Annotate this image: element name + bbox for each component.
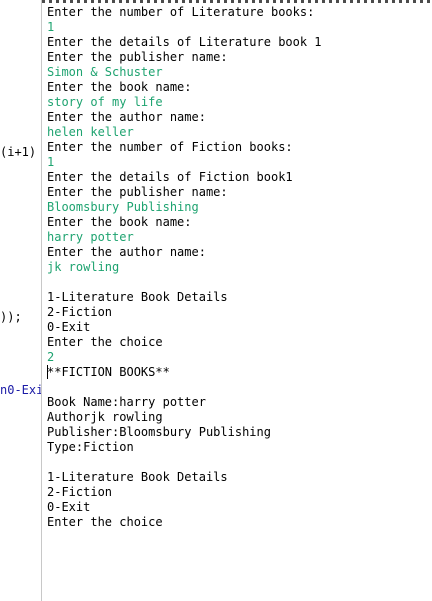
editor-code-fragment: n0-Exi: [0, 383, 41, 397]
console-output-line: [47, 380, 322, 395]
console-user-input: Simon & Schuster: [47, 65, 163, 79]
console-output-line: 2-Fiction: [47, 305, 113, 319]
editor-code-fragment: (i+1): [0, 145, 37, 159]
console-output-line: 0-Exit: [47, 320, 91, 334]
console-output-line: Book Name:harry potter: [47, 395, 206, 409]
console-output-line: [47, 275, 322, 290]
console-user-input: 1: [47, 155, 55, 169]
console-output-line: **FICTION BOOKS**: [47, 365, 170, 379]
console-user-input: harry potter: [47, 230, 134, 244]
clipped-previous-line: [42, 0, 432, 3]
console-output-line: Enter the book name:: [47, 80, 192, 94]
console-output-line: 1-Literature Book Details: [47, 290, 228, 304]
console-output-line: 1-Literature Book Details: [47, 470, 228, 484]
console-output-line: Enter the details of Literature book 1: [47, 35, 322, 49]
console-output-line: Authorjk rowling: [47, 410, 163, 424]
code-editor-fragment[interactable]: (i+1) )); n0-Exi: [0, 0, 41, 601]
console-output-line: Enter the publisher name:: [47, 185, 228, 199]
console-output-line: Enter the number of Literature books:: [47, 5, 315, 19]
console-lines: Enter the number of Literature books: 1 En…: [47, 5, 322, 530]
console-output-line: 0-Exit: [47, 500, 91, 514]
console-output-line: Publisher:Bloomsbury Publishing: [47, 425, 271, 439]
console-output-line: Enter the number of Fiction books:: [47, 140, 293, 154]
console-user-input: helen keller: [47, 125, 134, 139]
console-output-line: Enter the book name:: [47, 215, 192, 229]
console-output-line: 2-Fiction: [47, 485, 113, 499]
console-user-input: story of my life: [47, 95, 163, 109]
console-output-line: Type:Fiction: [47, 440, 134, 454]
console-output-line: Enter the publisher name:: [47, 50, 228, 64]
console-output-line: Enter the author name:: [47, 245, 206, 259]
console-user-input: jk rowling: [47, 260, 120, 274]
console-output-line: Enter the choice: [47, 515, 163, 529]
text-caret: [47, 365, 48, 379]
editor-code-fragment: ));: [0, 310, 22, 324]
console-output-line: Enter the author name:: [47, 110, 206, 124]
console-user-input: Bloomsbury Publishing: [47, 200, 199, 214]
console-user-input: 1: [47, 20, 55, 34]
console-output-line: [47, 455, 322, 470]
console-output-line: Enter the details of Fiction book1: [47, 170, 293, 184]
console-user-input: 2: [47, 350, 55, 364]
console-output-panel[interactable]: Enter the number of Literature books: 1 En…: [42, 0, 432, 601]
console-output-line: Enter the choice: [47, 335, 163, 349]
